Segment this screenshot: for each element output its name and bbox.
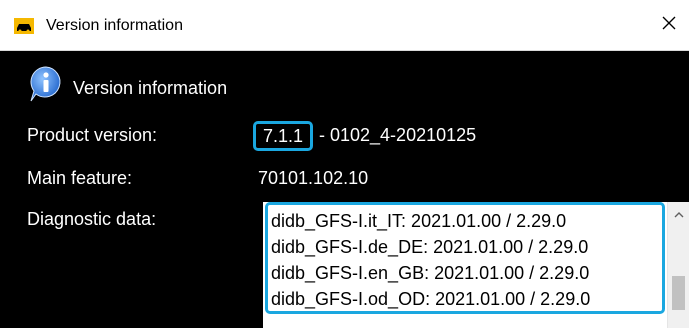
window-title: Version information (46, 17, 183, 34)
scroll-up-button[interactable] (668, 206, 689, 222)
header-title: Version information (73, 78, 228, 98)
list-item: didb_GFS-I.en_GB: 2021.01.00 / 2.29.0 (271, 263, 590, 283)
main-feature-value: 70101.102.10 (258, 168, 369, 188)
diagnostic-highlight: didb_GFS-I.it_IT: 2021.01.00 / 2.29.0 di… (265, 202, 665, 314)
list-item: didb_GFS-I.it_IT: 2021.01.00 / 2.29.0 (271, 211, 567, 231)
list-item: didb_GFS-I.de_DE: 2021.01.00 / 2.29.0 (271, 237, 589, 257)
diagnostic-data-list[interactable]: didb_GFS-I.it_IT: 2021.01.00 / 2.29.0 di… (263, 202, 689, 328)
list-item: didb_GFS-I.od_OD: 2021.01.00 / 2.29.0 (271, 289, 591, 309)
close-icon (662, 16, 676, 35)
main-feature-label: Main feature: (27, 168, 133, 188)
diagnostic-data-label: Diagnostic data: (27, 209, 157, 229)
chevron-up-icon (674, 205, 684, 223)
product-version-highlight: 7.1.1 (253, 121, 313, 151)
product-version-number: 7.1.1 (262, 125, 304, 146)
dialog-body: Version information Product version: 7.1… (0, 51, 689, 328)
product-version-label: Product version: (27, 125, 158, 145)
vertical-scrollbar[interactable] (667, 202, 689, 328)
scroll-thumb[interactable] (672, 276, 685, 310)
car-icon (14, 18, 34, 34)
product-version-build: - 0102_4-20210125 (319, 125, 477, 145)
close-button[interactable] (649, 0, 689, 50)
info-icon (28, 65, 64, 103)
title-bar: Version information (0, 0, 689, 51)
